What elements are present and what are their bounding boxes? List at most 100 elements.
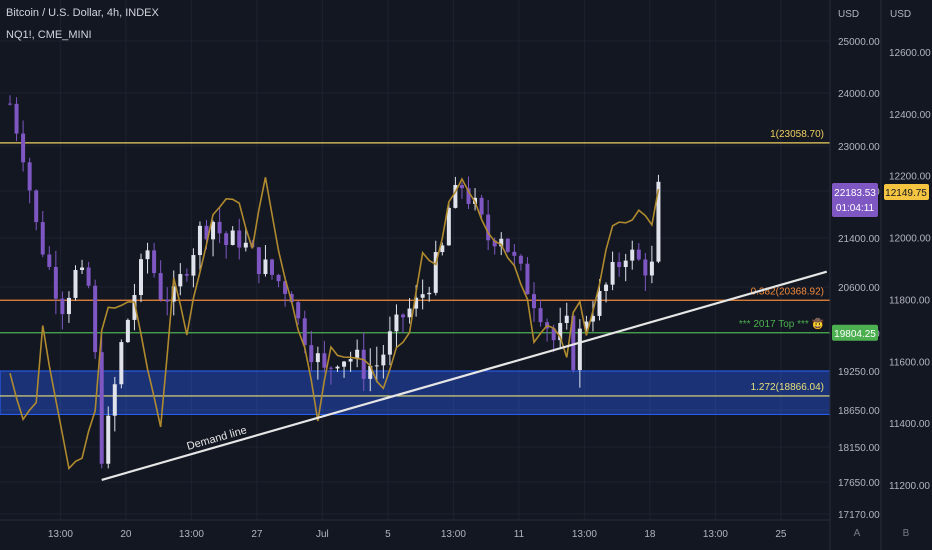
candle-body (459, 184, 464, 189)
grid (0, 0, 830, 520)
overlay-symbol-title[interactable]: NQ1!, CME_MINI (6, 29, 92, 41)
candle-body (66, 297, 71, 315)
candle-body (145, 250, 150, 260)
candle-body (263, 259, 268, 275)
candle-body (604, 284, 609, 291)
right-axis-title: USD (890, 9, 912, 20)
candle-body (119, 342, 124, 385)
price-tick-4: 21400.00 (838, 234, 880, 245)
candle-body (158, 273, 163, 300)
time-tick-4: Jul (316, 529, 329, 540)
candle-body (309, 345, 314, 363)
candle-body (525, 263, 530, 295)
price-tick-10: 17650.00 (838, 478, 880, 489)
time-tick-5: 5 (385, 529, 391, 540)
candle-body (577, 328, 582, 371)
time-tick-0: 13:00 (48, 529, 73, 540)
time-tick-8: 13:00 (572, 529, 597, 540)
hline-label-0: 1(23058.70) (770, 129, 824, 140)
candle-body (623, 260, 628, 268)
candle-body (53, 266, 58, 299)
candle-body (99, 352, 104, 464)
nq-tick-7: 11200.00 (889, 481, 930, 492)
candle-body (152, 250, 157, 274)
candle-body (348, 359, 353, 362)
candle-body (636, 249, 641, 260)
candle-body (165, 299, 170, 302)
candle-body (276, 274, 281, 282)
time-tick-11: 25 (775, 529, 787, 540)
candle-body (401, 314, 405, 318)
nq-tick-1: 12400.00 (889, 110, 931, 121)
candle-body (649, 261, 654, 276)
time-tick-6: 13:00 (441, 529, 466, 540)
nq-tick-4: 11800.00 (889, 295, 930, 306)
candle-body (243, 242, 248, 248)
demand-line-label: Demand line (186, 424, 249, 453)
candle-body (564, 315, 569, 323)
candle-body (322, 353, 327, 368)
last-price-value: 22183.53 (834, 188, 876, 199)
price-tick-11: 17170.00 (838, 510, 880, 521)
price-tick-8: 18650.00 (838, 406, 880, 417)
bar-countdown: 01:04:11 (836, 203, 875, 214)
candle-body (617, 262, 622, 268)
nq-tick-6: 11400.00 (889, 419, 930, 430)
candle-body (610, 262, 615, 285)
candle-body (335, 366, 340, 369)
time-tick-7: 11 (514, 529, 525, 540)
time-tick-2: 13:00 (179, 529, 204, 540)
candle-body (224, 233, 229, 245)
candle-body (512, 251, 517, 256)
candle-body (139, 259, 143, 296)
candle-body (73, 270, 78, 298)
candle-body (505, 238, 510, 252)
candle-body (296, 302, 301, 319)
candle-body (256, 247, 261, 275)
candle-body (197, 225, 202, 256)
price-chart[interactable]: 1(23058.70) 0.382(20368.92) *** 2017 Top *… (0, 0, 932, 550)
candle-body (230, 230, 235, 245)
candle-body (270, 259, 274, 275)
candle-body (643, 259, 648, 276)
candle-body (597, 290, 602, 316)
nq-last-value: 12149.75 (885, 188, 927, 199)
candle-body (427, 292, 432, 295)
demand-zone[interactable] (0, 370, 831, 415)
candle-body (361, 349, 366, 379)
candle-body (191, 255, 196, 276)
nq-tick-5: 11600.00 (889, 357, 930, 368)
nq-tick-3: 12000.00 (889, 234, 931, 245)
left-axis-title: USD (838, 9, 860, 20)
candle-body (93, 285, 98, 353)
price-tick-9: 18150.00 (838, 443, 880, 454)
nq-tick-2: 12200.00 (889, 172, 931, 183)
candle-body (420, 294, 425, 298)
candle-body (80, 267, 85, 271)
price-tick-0: 25000.00 (838, 37, 880, 48)
candle-body (21, 133, 26, 163)
candle-body (14, 103, 19, 134)
candle-body (47, 254, 52, 267)
candle-body (479, 197, 484, 215)
price-tick-5: 20600.00 (838, 283, 880, 294)
time-tick-9: 18 (644, 529, 656, 540)
candle-body (60, 298, 65, 315)
horizontal-lines: 1(23058.70) 0.382(20368.92) *** 2017 Top *… (0, 129, 830, 397)
candle-body (315, 353, 320, 363)
candle-body (40, 222, 45, 255)
candle-body (237, 230, 242, 248)
price-tick-7: 19250.00 (838, 367, 880, 378)
candle-body (328, 367, 333, 369)
candle-body (86, 267, 91, 286)
auto-scale-button[interactable]: A (846, 524, 868, 544)
chart-app: 1(23058.70) 0.382(20368.92) *** 2017 Top *… (0, 0, 932, 550)
scale-b-button[interactable]: B (895, 524, 917, 544)
hline-label-2: *** 2017 Top *** 🤠 (739, 317, 825, 330)
price-tick-2: 23000.00 (838, 142, 880, 153)
candle-body (217, 221, 222, 234)
hline-label-1: 0.382(20368.92) (751, 286, 824, 297)
symbol-title[interactable]: Bitcoin / U.S. Dollar, 4h, INDEX (6, 7, 159, 19)
time-tick-10: 13:00 (703, 529, 728, 540)
time-tick-1: 20 (120, 529, 132, 540)
